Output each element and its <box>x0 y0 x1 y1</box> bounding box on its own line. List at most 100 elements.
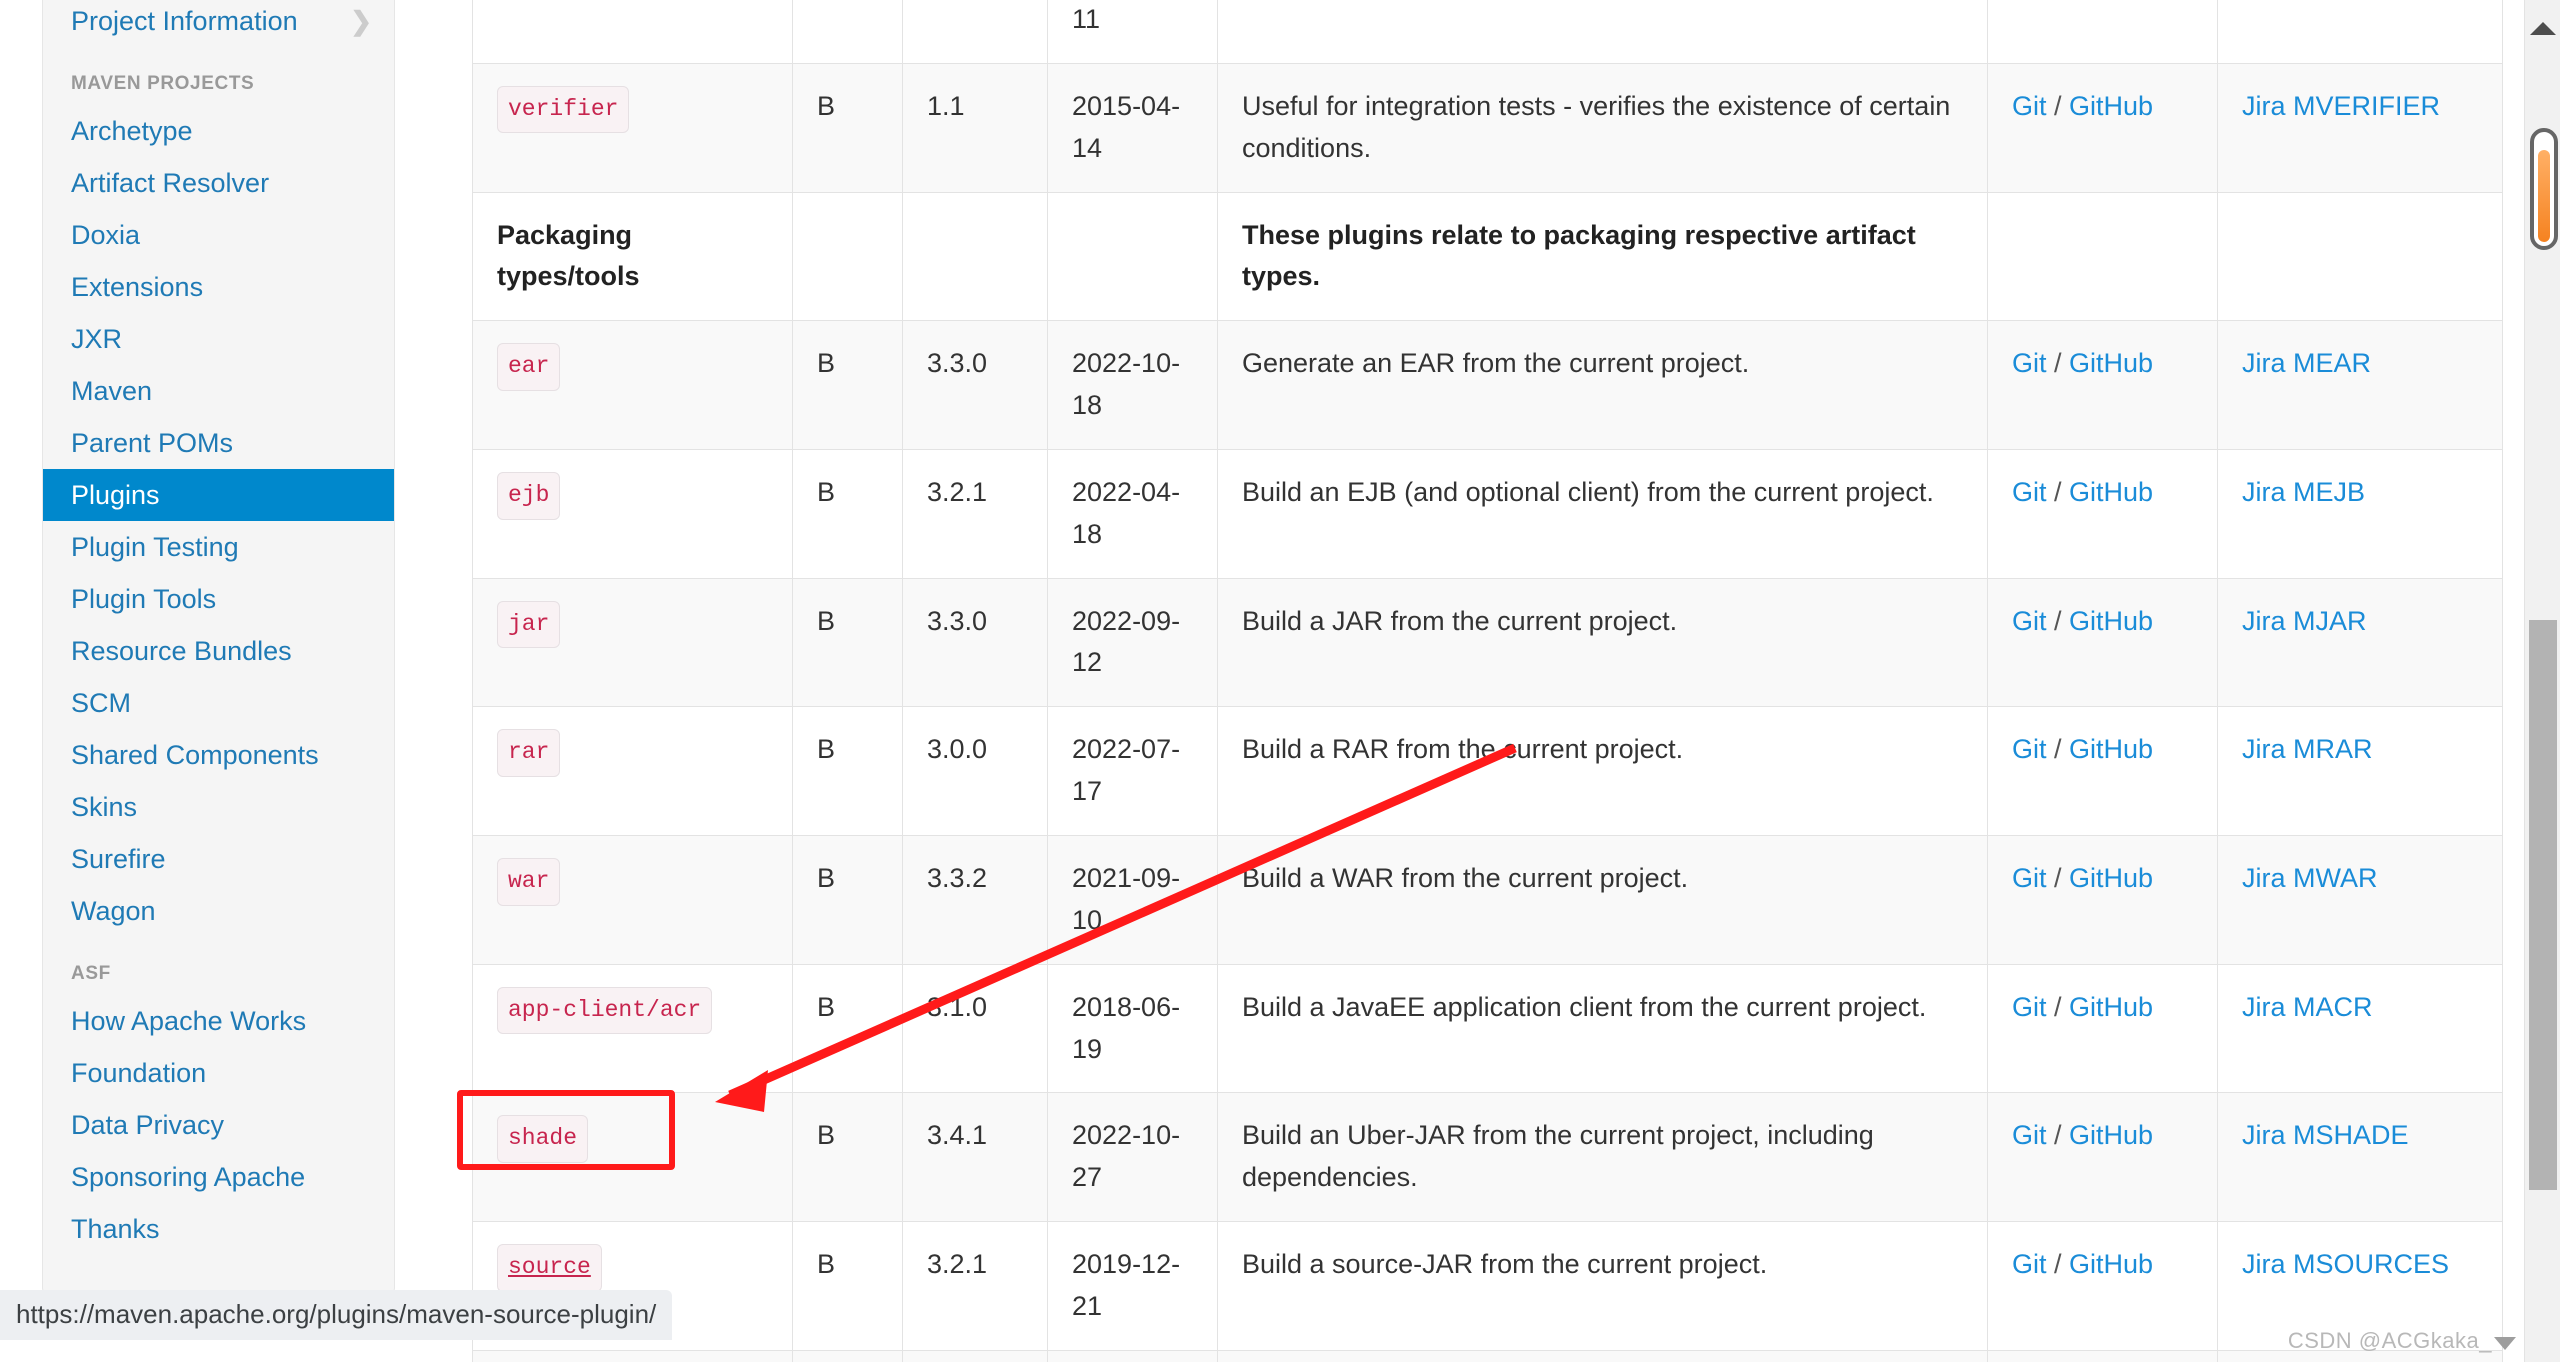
sidebar-item-label: Plugins <box>71 480 160 510</box>
jira-link[interactable]: Jira MWAR <box>2242 863 2378 893</box>
plugin-link-verifier[interactable]: verifier <box>508 96 618 122</box>
sidebar-item-resource-bundles[interactable]: Resource Bundles <box>43 625 394 677</box>
sidebar-item-plugins[interactable]: Plugins <box>43 469 394 521</box>
sidebar-item-plugin-tools[interactable]: Plugin Tools <box>43 573 394 625</box>
cell-plugin-name: app-client/acr <box>472 963 793 1094</box>
sidebar-item-doxia[interactable]: Doxia <box>43 209 394 261</box>
sidebar-item-label: Sponsoring Apache <box>71 1162 306 1192</box>
git-link[interactable]: Git <box>2012 606 2047 636</box>
sidebar-item-label: JXR <box>71 324 123 354</box>
table-row: source B 3.2.1 2019-12-21 Build a source-JAR… <box>472 1221 2503 1351</box>
github-link[interactable]: GitHub <box>2069 1249 2153 1279</box>
cell-issue-tracker: Jira MWAR <box>2217 834 2503 965</box>
git-link[interactable]: Git <box>2012 734 2047 764</box>
git-link[interactable]: Git <box>2012 992 2047 1022</box>
github-link[interactable]: GitHub <box>2069 734 2153 764</box>
cell-type: B <box>792 1349 903 1362</box>
git-link[interactable]: Git <box>2012 348 2047 378</box>
sidebar-item-parent-poms[interactable]: Parent POMs <box>43 417 394 469</box>
git-link[interactable]: Git <box>2012 863 2047 893</box>
cell-version: 3.2.1 <box>902 1221 1048 1351</box>
jira-link[interactable]: Jira MRAR <box>2242 734 2373 764</box>
jira-link[interactable]: Jira MEAR <box>2242 348 2371 378</box>
github-link[interactable]: GitHub <box>2069 863 2153 893</box>
cell-source-links: Git / GitHub <box>1987 834 2218 965</box>
cell-version: 3.1.0 <box>902 1349 1048 1362</box>
plugin-link-war[interactable]: war <box>508 868 549 894</box>
cell-description: Useful for integration tests - verifies … <box>1217 62 1988 193</box>
sidebar-item-artifact-resolver[interactable]: Artifact Resolver <box>43 157 394 209</box>
git-link[interactable]: Git <box>2012 91 2047 121</box>
cell-issue-tracker: Jira MJAR <box>2217 577 2503 708</box>
git-link[interactable]: Git <box>2012 477 2047 507</box>
sidebar-item-skins[interactable]: Skins <box>43 781 394 833</box>
table-row: 11 <box>472 0 2503 64</box>
plugin-link-rar[interactable]: rar <box>508 739 549 765</box>
plugin-link-app-client-acr[interactable]: app-client/acr <box>508 997 701 1023</box>
cell-description <box>1217 0 1988 64</box>
cell-description: Build a JavaEE application client from t… <box>1217 963 1988 1094</box>
github-link[interactable]: GitHub <box>2069 91 2153 121</box>
sidebar-item-archetype[interactable]: Archetype <box>43 105 394 157</box>
sidebar-item-label: Plugin Testing <box>71 532 239 562</box>
plugin-link-ejb[interactable]: ejb <box>508 482 549 508</box>
sidebar-item-wagon[interactable]: Wagon <box>43 885 394 937</box>
cell-date: 2015-04-14 <box>1047 62 1218 193</box>
plugin-name-badge: shade <box>497 1115 589 1163</box>
plugin-link-jar[interactable]: jar <box>508 611 549 637</box>
page-root: Project Information ❯ MAVEN PROJECTS Arch… <box>0 0 2560 1362</box>
sidebar-item-data-privacy[interactable]: Data Privacy <box>43 1099 394 1151</box>
watermark: CSDN @ACGkaka_ <box>2288 1328 2516 1354</box>
jira-link[interactable]: Jira MSHADE <box>2242 1120 2409 1150</box>
chevron-right-icon: ❯ <box>350 6 372 36</box>
plugin-name-badge: jar <box>497 600 561 649</box>
jira-link[interactable]: Jira MJAR <box>2242 606 2367 636</box>
cell-issue-tracker <box>2217 0 2503 64</box>
cell-plugin-name: shade <box>472 1092 793 1223</box>
github-link[interactable]: GitHub <box>2069 606 2153 636</box>
scrollbar-thumb[interactable] <box>2529 620 2557 1190</box>
plugin-link-shade[interactable]: shade <box>508 1125 577 1151</box>
git-link[interactable]: Git <box>2012 1249 2047 1279</box>
cell-version <box>902 0 1048 64</box>
sidebar-item-label: Wagon <box>71 896 156 926</box>
sidebar-item-sponsoring-apache[interactable]: Sponsoring Apache <box>43 1151 394 1203</box>
sidebar-item-extensions[interactable]: Extensions <box>43 261 394 313</box>
plugin-link-source[interactable]: source <box>508 1254 591 1280</box>
jira-link[interactable]: Jira MVERIFIER <box>2242 91 2440 121</box>
table-row: shade B 3.4.1 2022-10-27 Build an Uber-JAR f… <box>472 1092 2503 1223</box>
jira-link[interactable]: Jira MEJB <box>2242 477 2365 507</box>
sidebar-item-project-information[interactable]: Project Information ❯ <box>43 0 394 47</box>
plugin-link-ear[interactable]: ear <box>508 353 549 379</box>
sidebar-item-thanks[interactable]: Thanks <box>43 1203 394 1255</box>
cell-issue-tracker: Jira MACR <box>2217 963 2503 1094</box>
cell-issue-tracker: Jira MRAR <box>2217 706 2503 836</box>
jira-link[interactable]: Jira MSOURCES <box>2242 1249 2449 1279</box>
plugin-name-badge: war <box>497 857 561 906</box>
sidebar-item-jxr[interactable]: JXR <box>43 313 394 365</box>
sidebar-item-surefire[interactable]: Surefire <box>43 833 394 885</box>
github-link[interactable]: GitHub <box>2069 992 2153 1022</box>
cell-date: 2022-07-17 <box>1047 706 1218 836</box>
sidebar-item-label: Skins <box>71 792 138 822</box>
sidebar-item-how-apache-works[interactable]: How Apache Works <box>43 995 394 1047</box>
cell-source-links: Git / GitHub <box>1987 448 2218 579</box>
scroll-up-arrow-icon[interactable] <box>2529 22 2556 35</box>
github-link[interactable]: GitHub <box>2069 1120 2153 1150</box>
cell-plugin-name: ejb <box>472 448 793 579</box>
cell-description: Build a WAR from the current project. <box>1217 834 1988 965</box>
cell-type: B <box>792 706 903 836</box>
github-link[interactable]: GitHub <box>2069 348 2153 378</box>
github-link[interactable]: GitHub <box>2069 477 2153 507</box>
sidebar-item-shared-components[interactable]: Shared Components <box>43 729 394 781</box>
sidebar-item-foundation[interactable]: Foundation <box>43 1047 394 1099</box>
cell-version: 3.3.0 <box>902 320 1048 450</box>
cell-description: Build Java Run Time Image. <box>1217 1349 1988 1362</box>
sidebar-item-maven[interactable]: Maven <box>43 365 394 417</box>
sidebar-item-plugin-testing[interactable]: Plugin Testing <box>43 521 394 573</box>
jira-link[interactable]: Jira MACR <box>2242 992 2373 1022</box>
sidebar-item-scm[interactable]: SCM <box>43 677 394 729</box>
git-link[interactable]: Git <box>2012 1120 2047 1150</box>
table-row: war B 3.3.2 2021-09-10 Build a WAR from the … <box>472 834 2503 965</box>
cell-issue-tracker: Jira MVERIFIER <box>2217 62 2503 193</box>
